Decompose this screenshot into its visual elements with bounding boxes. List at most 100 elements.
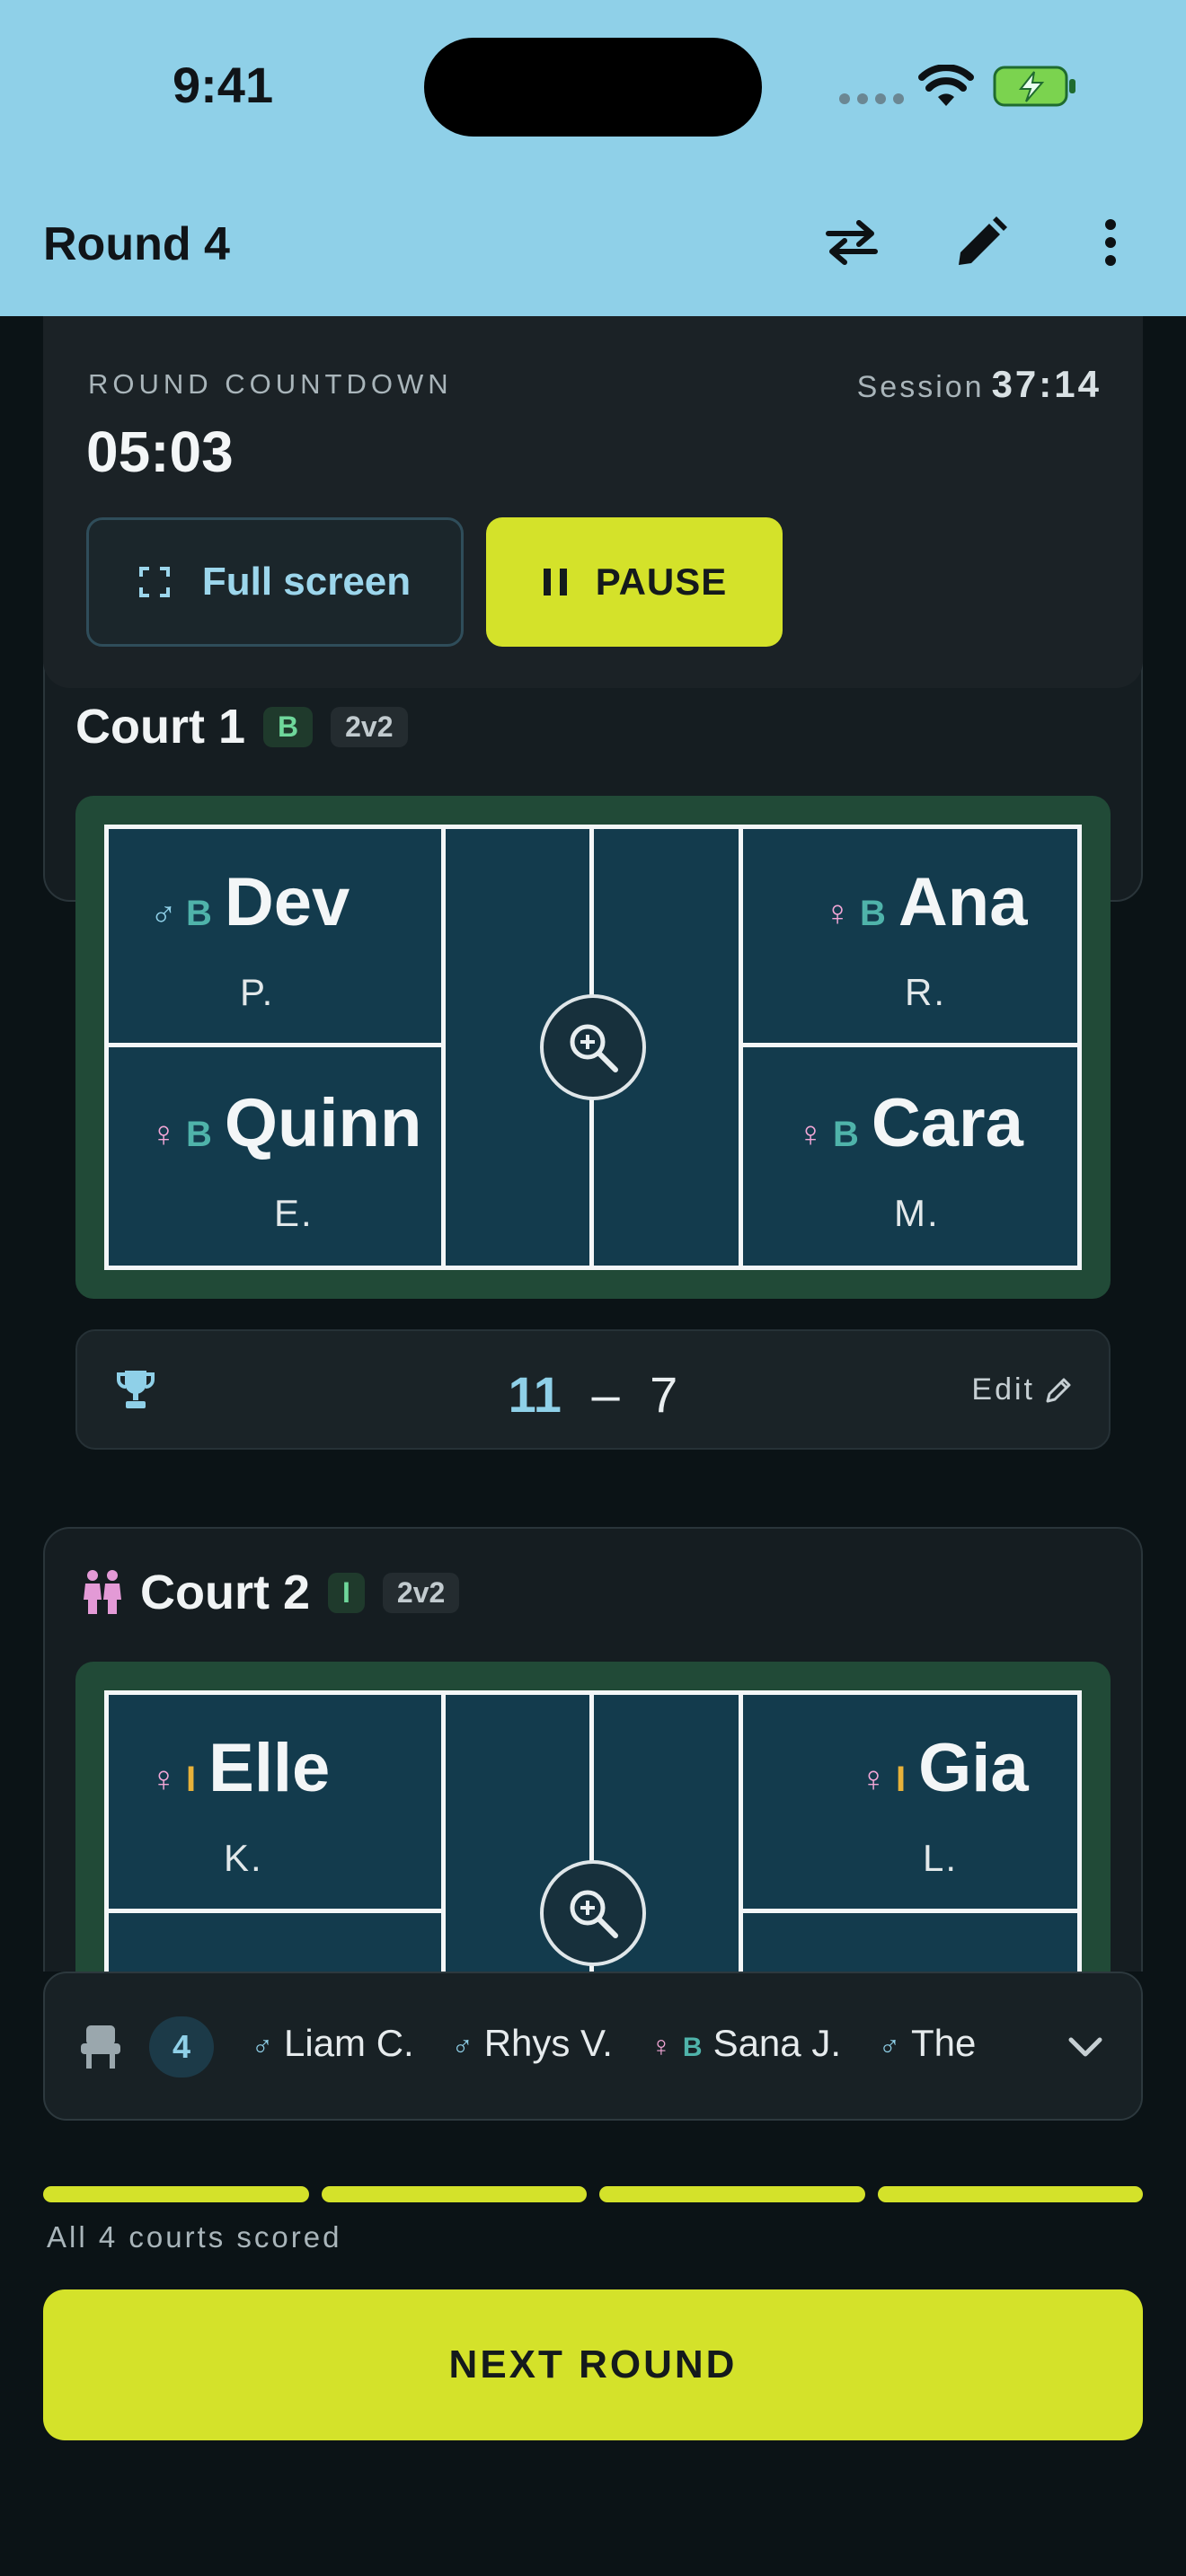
court-surface: ♂ B Dev P. ♀ B Quinn E. ♀ B Ana R. ♀ B C… — [104, 825, 1082, 1270]
court-2-player-slot[interactable]: ♀ I Elle K. — [109, 1695, 441, 1910]
progress-segment — [321, 2186, 587, 2202]
pause-button[interactable]: PAUSE — [486, 517, 783, 647]
bench-player-name: Sana J. — [712, 2022, 841, 2064]
player-first-name: Ana — [898, 864, 1028, 940]
court-name: Court 2 — [140, 1566, 310, 1619]
bench-player-name: Rhys V. — [483, 2022, 613, 2064]
bench-count-badge: 4 — [149, 2016, 214, 2078]
female-icon: ♀ — [824, 894, 851, 933]
player-first-name: Gia — [918, 1730, 1029, 1806]
women-doubles-icon — [84, 1570, 121, 1614]
player-last-initial: L. — [923, 1837, 959, 1879]
edit-score-label: Edit — [971, 1372, 1035, 1407]
court-1-player-slot[interactable]: ♀ B Ana R. — [743, 829, 1075, 1045]
full-screen-button[interactable]: Full screen — [86, 517, 464, 647]
player-first-name: Elle — [208, 1730, 331, 1806]
court-name: Court 1 — [75, 700, 245, 754]
bench-player[interactable]: ♂ Rhys V. — [452, 2022, 613, 2065]
female-icon: ♀ — [150, 1115, 177, 1154]
countdown-card: ROUND COUNTDOWN 05:03 Session 37:14 Full … — [43, 316, 1143, 688]
more-options-button[interactable] — [1075, 207, 1146, 278]
bench-bar[interactable]: 4 ♂ Liam C. ♂ Rhys V. ♀ B Sana J. ♂ The — [43, 1972, 1143, 2121]
score-team-b: 7 — [650, 1366, 678, 1423]
more-vertical-icon — [1105, 219, 1116, 266]
progress-segment — [43, 2186, 309, 2202]
full-screen-label: Full screen — [201, 560, 412, 604]
edit-round-button[interactable] — [945, 207, 1017, 278]
female-icon: ♀ — [797, 1115, 824, 1154]
male-icon: ♂ — [879, 2030, 900, 2062]
bench-player-name: Liam C. — [284, 2022, 414, 2064]
pause-icon — [543, 569, 567, 595]
session-label: Session — [856, 370, 985, 404]
player-level: B — [186, 1115, 212, 1154]
player-level: I — [186, 1760, 197, 1799]
court-2-player-slot[interactable]: ♀ I Gia L. — [743, 1695, 1075, 1910]
zoom-in-icon — [570, 1024, 618, 1072]
bench-player[interactable]: ♂ Liam C. — [252, 2022, 414, 2065]
player-level: B — [186, 894, 212, 933]
courts-scored-progress — [43, 2186, 1143, 2202]
court-level-badge: I — [328, 1572, 365, 1613]
session-time: 37:14 — [991, 363, 1102, 405]
countdown-label: ROUND COUNTDOWN — [88, 368, 453, 400]
player-last-initial: K. — [224, 1837, 263, 1879]
court-2-diagram: ♀ I Elle K. ♀ I Gia L. — [75, 1662, 1111, 1972]
court-format-badge: 2v2 — [331, 706, 408, 747]
progress-segment — [877, 2186, 1143, 2202]
zoom-court-button[interactable] — [540, 1860, 646, 1966]
pencil-icon — [959, 216, 1007, 265]
edit-score-button[interactable]: Edit — [971, 1372, 1073, 1407]
dynamic-island — [424, 38, 762, 137]
court-2-header: Court 2 I 2v2 — [83, 1565, 460, 1620]
zoom-in-icon — [570, 1890, 618, 1938]
player-first-name: Cara — [871, 1085, 1023, 1161]
court-1-diagram: ♂ B Dev P. ♀ B Quinn E. ♀ B Ana R. ♀ B C… — [75, 796, 1111, 1299]
court-1-header: Court 1 B 2v2 — [75, 699, 408, 754]
court-1-player-slot[interactable]: ♀ B Cara M. — [743, 1050, 1075, 1266]
male-icon: ♂ — [451, 2030, 474, 2062]
pause-label: PAUSE — [595, 560, 728, 603]
male-icon: ♂ — [252, 2030, 273, 2062]
player-last-initial: P. — [240, 971, 275, 1013]
page-title: Round 4 — [43, 218, 230, 270]
female-icon: ♀ — [150, 1760, 177, 1799]
swap-arrows-icon — [826, 220, 878, 265]
court-1-score-bar: 11 – 7 Edit — [75, 1329, 1111, 1450]
player-last-initial: R. — [905, 971, 946, 1013]
male-icon: ♂ — [150, 894, 177, 933]
court-1-score: 11 – 7 — [77, 1365, 1109, 1424]
round-scroll-area[interactable]: ROUND COUNTDOWN 05:03 Session 37:14 Full … — [0, 316, 1186, 1972]
swap-players-button[interactable] — [816, 207, 888, 278]
bench-seat-icon — [81, 2025, 120, 2069]
next-round-button[interactable]: NEXT ROUND — [43, 2289, 1143, 2440]
bench-player[interactable]: ♀ B Sana J. — [651, 2022, 841, 2065]
player-first-name: Quinn — [224, 1085, 422, 1161]
zoom-court-button[interactable] — [540, 994, 646, 1100]
progress-segment — [599, 2186, 865, 2202]
status-time: 9:41 — [173, 57, 274, 113]
player-first-name: Dev — [224, 864, 350, 940]
female-icon: ♀ — [650, 2030, 672, 2062]
player-last-initial: M. — [894, 1192, 940, 1234]
court-format-badge: 2v2 — [382, 1572, 460, 1613]
countdown-time: 05:03 — [86, 419, 234, 484]
court-1-player-slot[interactable]: ♂ B Dev P. — [109, 829, 441, 1045]
wifi-icon — [918, 65, 974, 106]
player-last-initial: E. — [274, 1192, 314, 1234]
player-level: B — [682, 2033, 703, 2062]
cellular-signal-icon — [839, 93, 904, 104]
player-level: B — [833, 1115, 859, 1154]
bench-player[interactable]: ♂ The — [879, 2022, 976, 2065]
score-separator: – — [591, 1366, 620, 1423]
pencil-icon — [1046, 1378, 1071, 1402]
session-timer: Session 37:14 — [857, 363, 1102, 406]
app-header: 9:41 Round 4 — [0, 0, 1186, 316]
fullscreen-icon — [138, 567, 170, 597]
chevron-down-icon[interactable] — [1066, 2020, 1105, 2074]
player-level: B — [860, 894, 886, 933]
court-1-player-slot[interactable]: ♀ B Quinn E. — [109, 1050, 441, 1266]
progress-label: All 4 courts scored — [47, 2220, 342, 2254]
battery-charging-icon — [993, 66, 1075, 107]
score-team-a: 11 — [508, 1366, 562, 1423]
